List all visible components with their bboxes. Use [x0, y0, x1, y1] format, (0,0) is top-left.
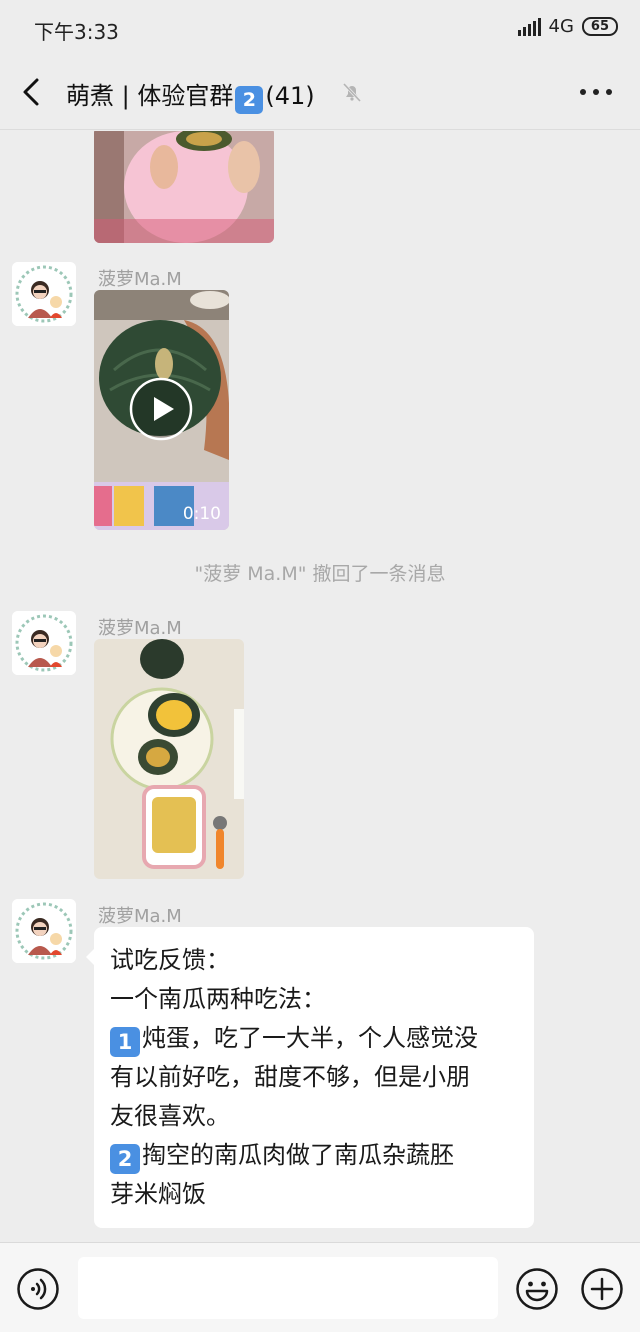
message-video[interactable]: 0:10 [94, 290, 229, 530]
message-image[interactable] [94, 639, 244, 879]
play-icon[interactable] [128, 376, 194, 442]
message-bubble[interactable]: 试吃反馈： 一个南瓜两种吃法： 1 炖蛋，吃了一大半，个人感觉没 有以前好吃，甜度… [86, 927, 534, 1228]
voice-icon [17, 1268, 59, 1310]
member-count: (41) [265, 82, 315, 110]
status-indicators: 4G 65 [517, 16, 618, 37]
sender-name: 菠萝Ma.M [98, 269, 182, 290]
message-text: 一个南瓜两种吃法： [110, 985, 326, 1013]
video-duration: 0:10 [182, 504, 221, 524]
message-text: 友很喜欢。 [110, 1102, 230, 1130]
back-button[interactable] [12, 70, 56, 114]
message-line: 有以前好吃，甜度不够，但是小朋 [110, 1058, 518, 1097]
avatar[interactable] [12, 899, 76, 963]
message-list[interactable]: 菠萝Ma.M 0:10 "菠萝 Ma.M" 撤回了一条消息 菠萝Ma.M 菠萝M… [0, 131, 640, 1241]
message-text: 掏空的南瓜肉做了南瓜杂蔬胚 [142, 1141, 454, 1169]
status-time: 下午3:33 [34, 20, 119, 44]
message-text: 芽米焖饭 [110, 1180, 206, 1208]
message-text: 炖蛋，吃了一大半，个人感觉没 [142, 1024, 478, 1052]
keycap-two-icon: 2 [110, 1144, 140, 1174]
message-line: 一个南瓜两种吃法： [110, 980, 518, 1019]
voice-button[interactable] [16, 1267, 60, 1311]
message-text: 试吃反馈： [110, 946, 230, 974]
message-text: 有以前好吃，甜度不够，但是小朋 [110, 1063, 470, 1091]
more-options-button[interactable] [574, 76, 618, 108]
signal-icon [517, 17, 541, 36]
input-bar [0, 1242, 640, 1332]
message-line: 1 炖蛋，吃了一大半，个人感觉没 [110, 1019, 518, 1058]
sender-name: 菠萝Ma.M [98, 618, 182, 639]
message-line: 友很喜欢。 [110, 1097, 518, 1136]
message-image-partial[interactable] [94, 131, 274, 243]
recall-notice: "菠萝 Ma.M" 撤回了一条消息 [194, 563, 446, 585]
chevron-left-icon [23, 78, 39, 106]
bell-muted-icon [342, 82, 362, 103]
message-line: 芽米焖饭 [110, 1175, 518, 1214]
group-number-badge: 2 [235, 86, 264, 114]
battery-icon: 65 [581, 17, 618, 36]
plus-icon [581, 1268, 623, 1310]
status-bar: 下午3:33 4G 65 [0, 0, 640, 56]
message-line: 2 掏空的南瓜肉做了南瓜杂蔬胚 [110, 1136, 518, 1175]
more-actions-button[interactable] [580, 1267, 624, 1311]
chat-header: 萌煮 | 体验官群 2 (41) [0, 56, 640, 130]
ellipsis-icon [580, 89, 586, 95]
network-type: 4G [548, 16, 574, 37]
chat-title[interactable]: 萌煮 | 体验官群 2 (41) [66, 76, 315, 114]
group-name: 萌煮 | 体验官群 [66, 82, 234, 110]
sender-name: 菠萝Ma.M [98, 906, 182, 927]
avatar[interactable] [12, 611, 76, 675]
message-line: 试吃反馈： [110, 941, 518, 980]
avatar[interactable] [12, 262, 76, 326]
smiley-icon [516, 1268, 558, 1310]
message-input[interactable] [78, 1257, 498, 1319]
keycap-one-icon: 1 [110, 1027, 140, 1057]
emoji-button[interactable] [515, 1267, 559, 1311]
